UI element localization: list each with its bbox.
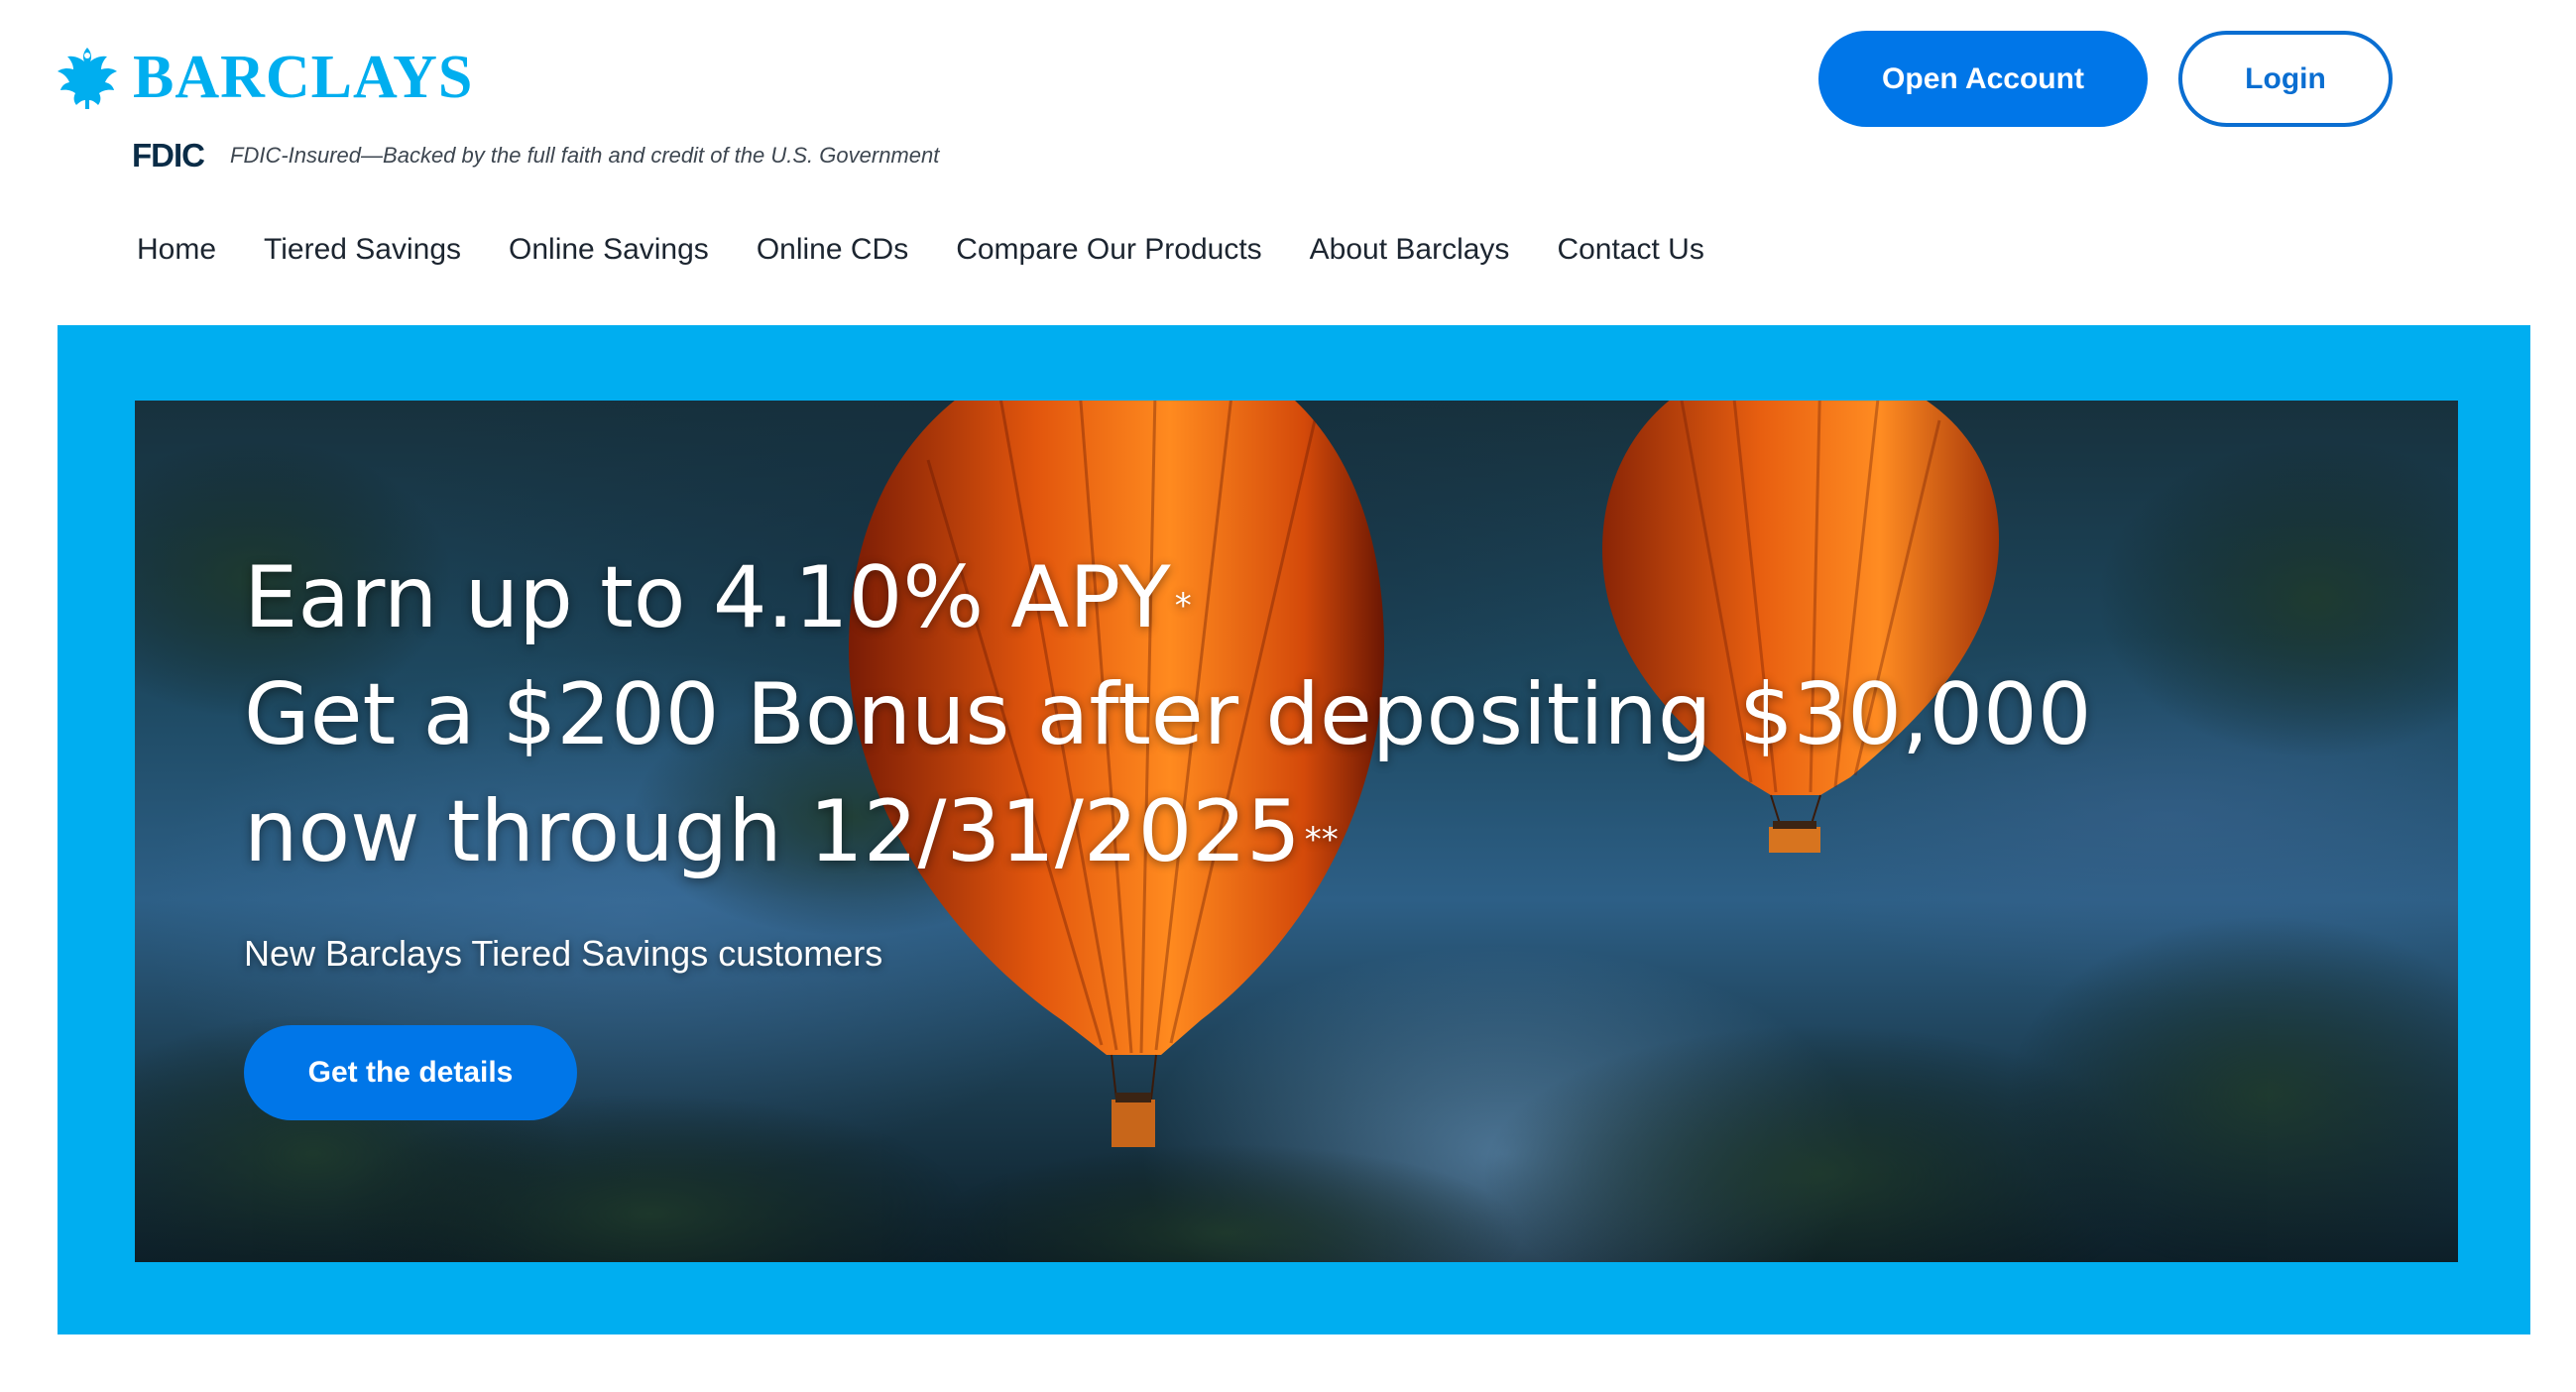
- hero-subline: New Barclays Tiered Savings customers: [244, 933, 883, 974]
- headline-line-bonus: Get a $200 Bonus after depositing $30,00…: [244, 665, 2092, 764]
- date-footnote-mark: **: [1304, 820, 1339, 860]
- brand-wordmark: BARCLAYS: [133, 44, 474, 111]
- nav-item-contact-us[interactable]: Contact Us: [1557, 231, 1703, 269]
- fdic-notice: FDIC FDIC-Insured—Backed by the full fai…: [132, 139, 939, 172]
- page: BARCLAYS FDIC FDIC-Insured—Backed by the…: [0, 0, 2576, 1392]
- hero-headline: Earn up to 4.10% APY * Get a $200 Bonus a…: [244, 539, 2092, 890]
- open-account-button[interactable]: Open Account: [1818, 31, 2148, 127]
- hero-image-balloons: Earn up to 4.10% APY * Get a $200 Bonus a…: [135, 401, 2458, 1262]
- hero-banner: Earn up to 4.10% APY * Get a $200 Bonus a…: [58, 325, 2530, 1334]
- eagle-icon: [58, 48, 117, 109]
- fdic-logo: FDIC: [132, 137, 205, 174]
- apy-footnote-mark: *: [1174, 586, 1192, 626]
- date-text: now through 12/31/2025: [244, 782, 1301, 881]
- nav-item-online-savings[interactable]: Online Savings: [509, 231, 709, 269]
- nav-item-compare-products[interactable]: Compare Our Products: [956, 231, 1261, 269]
- fdic-text: FDIC-Insured—Backed by the full faith an…: [230, 142, 940, 168]
- login-button[interactable]: Login: [2178, 31, 2393, 127]
- main-nav: Home Tiered Savings Online Savings Onlin…: [137, 231, 1704, 269]
- apy-text: Earn up to 4.10% APY: [244, 548, 1171, 647]
- nav-item-about-barclays[interactable]: About Barclays: [1310, 231, 1510, 269]
- headline-line-apy: Earn up to 4.10% APY *: [244, 539, 2092, 656]
- hero-copy: Earn up to 4.10% APY * Get a $200 Bonus a…: [244, 539, 2092, 1120]
- barclays-logo[interactable]: BARCLAYS: [56, 44, 473, 111]
- nav-item-tiered-savings[interactable]: Tiered Savings: [264, 231, 461, 269]
- nav-item-home[interactable]: Home: [137, 231, 216, 269]
- get-details-button[interactable]: Get the details: [244, 1025, 577, 1120]
- headline-line-date: now through 12/31/2025 **: [244, 773, 2092, 890]
- nav-item-online-cds[interactable]: Online CDs: [757, 231, 908, 269]
